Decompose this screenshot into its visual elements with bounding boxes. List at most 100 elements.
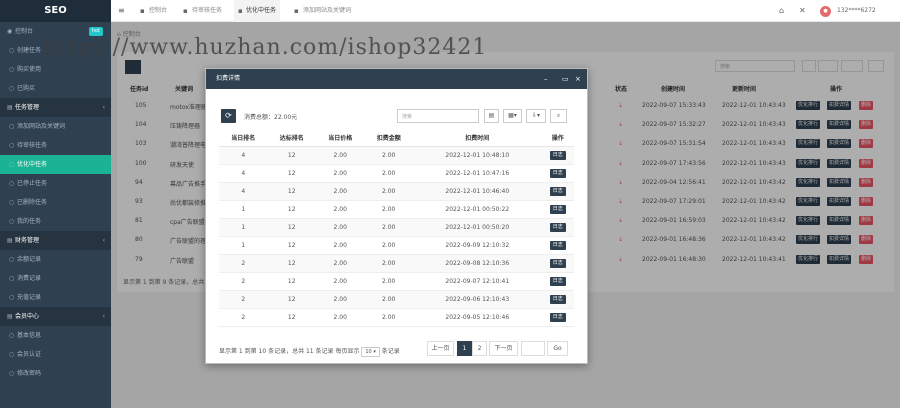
modal-header: 扣费详情 – ▭ × [206,69,587,89]
go-button[interactable]: Go [547,341,568,356]
circle-icon: ○ [9,275,15,282]
sidebar-item-18[interactable]: ○ 修改密码 [0,364,111,383]
log-button[interactable]: 日志 [549,294,566,304]
sidebar-item-14[interactable]: ○ 充值记录 [0,288,111,307]
cell-target: 12 [267,146,316,165]
avatar[interactable]: ● [820,6,831,17]
sidebar-item-5[interactable]: ○ 添加网站及关键词 [0,117,111,136]
log-button[interactable]: 日志 [549,186,566,196]
sidebar-item-label: 已删除任务 [17,199,48,206]
th-target-rank[interactable]: 达标排名 [267,129,316,147]
cell-price: 2.00 [315,254,365,273]
log-button[interactable]: 日志 [549,168,566,178]
page-size-select[interactable]: 10 ▾ [361,347,380,357]
cell-operation: 日志 [541,182,574,201]
th-price[interactable]: 当日价格 [315,129,365,147]
sidebar-item-4[interactable]: ▤ 任务管理 ‹ [0,98,111,117]
th-rank[interactable]: 当日排名 [219,129,268,147]
goto-page-input[interactable] [521,341,545,356]
columns-button[interactable]: ▦▾ [503,109,522,123]
tab-dashboard[interactable]: 控制台 [145,0,171,22]
cell-price: 2.00 [315,182,365,201]
footer-suffix: 条记录 [381,348,400,355]
app-logo: SEO [0,0,111,22]
circle-icon: ○ [9,351,15,358]
circle-icon: ○ [9,180,15,187]
cell-target: 12 [267,236,316,255]
sidebar-item-label: 添加网站及关键词 [17,123,66,130]
dashboard-icon: ◉ [7,28,13,35]
prev-page-button[interactable]: 上一页 [427,341,454,356]
sidebar-item-3[interactable]: ○ 已购买 [0,79,111,98]
modal-search-input[interactable]: 搜索 [397,109,479,123]
log-button[interactable]: 日志 [549,258,566,268]
cell-operation: 日志 [541,308,574,327]
sidebar-item-label: 任务管理 [15,104,40,111]
table-row: 1 12 2.00 2.00 2022-12-01 00:50:22 日志 [219,200,574,219]
log-button[interactable]: 日志 [549,222,566,232]
minimize-icon[interactable]: – [544,69,548,89]
circle-icon: ○ [9,332,15,339]
maximize-icon[interactable]: ▭ [562,69,569,89]
cell-rank: 2 [219,272,268,291]
toggle-view-button[interactable]: ▤ [484,109,499,123]
log-button[interactable]: 日志 [549,240,566,250]
next-page-button[interactable]: 下一页 [489,341,518,356]
log-button[interactable]: 日志 [549,276,566,286]
page-size-value: 10 [365,349,372,355]
tab-add-site[interactable]: 添加网站及关键词 [299,0,355,22]
cell-operation: 日志 [541,218,574,237]
log-button[interactable]: 日志 [549,204,566,214]
export-button[interactable]: ⇩▾ [526,109,546,123]
sidebar-item-7[interactable]: ○ 优化中任务 [0,155,111,174]
table-row: 4 12 2.00 2.00 2022-12-01 10:47:16 日志 [219,164,574,183]
sidebar-item-15[interactable]: ▤ 会员中心 ‹ [0,307,111,326]
home-icon[interactable]: ⌂ [779,0,784,22]
deduction-table-body: 4 12 2.00 2.00 2022-12-01 10:48:10 日志 4 12 2.00 2… [219,146,574,327]
page-1-button[interactable]: 1 [457,341,472,356]
sidebar-item-16[interactable]: ○ 基本信息 [0,326,111,345]
close-icon[interactable]: × [575,69,581,89]
cell-amount: 2.00 [364,236,413,255]
sidebar-item-17[interactable]: ○ 会员认证 [0,345,111,364]
sidebar-item-label: 会员中心 [15,313,40,320]
sidebar-item-11[interactable]: ▤ 财务管理 ‹ [0,231,111,250]
table-row: 2 12 2.00 2.00 2022-09-05 12:10:46 日志 [219,308,574,327]
menu-toggle-icon[interactable]: ≡ [118,0,125,22]
sidebar-item-2[interactable]: ○ 购买使用 [0,60,111,79]
sidebar-item-label: 待审核任务 [17,142,48,149]
fullscreen-icon[interactable]: ✕ [799,0,806,22]
log-button[interactable]: 日志 [549,150,566,160]
cell-time: 2022-12-01 10:47:16 [412,164,542,183]
cell-rank: 4 [219,164,268,183]
sidebar-item-10[interactable]: ○ 我的任务 [0,212,111,231]
sidebar-item-6[interactable]: ○ 待审核任务 [0,136,111,155]
user-name[interactable]: 132****6272 [837,0,876,22]
sidebar-item-label: 会员认证 [17,351,42,358]
refresh-button[interactable]: ⟳ [221,109,236,123]
cell-amount: 2.00 [364,182,413,201]
page-2-button[interactable]: 2 [472,341,487,356]
cell-amount: 2.00 [364,200,413,219]
cell-target: 12 [267,182,316,201]
th-time[interactable]: 扣费时间 [412,129,542,147]
folder-icon: ▤ [7,313,13,320]
modal-title: 扣费详情 [216,75,241,82]
sidebar-item-12[interactable]: ○ 余额记录 [0,250,111,269]
sidebar-item-13[interactable]: ○ 消费记录 [0,269,111,288]
table-row: 2 12 2.00 2.00 2022-09-06 12:10:43 日志 [219,290,574,309]
tab-pending[interactable]: 待审核任务 [188,0,226,22]
cell-rank: 4 [219,146,268,165]
cell-amount: 2.00 [364,146,413,165]
log-button[interactable]: 日志 [549,312,566,322]
th-amount[interactable]: 扣费金额 [364,129,413,147]
cell-price: 2.00 [315,164,365,183]
cell-time: 2022-09-06 12:10:43 [412,290,542,309]
sidebar-item-9[interactable]: ○ 已删除任务 [0,193,111,212]
cell-price: 2.00 [315,146,365,165]
cell-target: 12 [267,200,316,219]
circle-icon: ○ [9,256,15,263]
search-button[interactable]: ⌕ [550,109,567,123]
topbar: ≡ ▪ 控制台 ▪ 待审核任务 优化中任务 ▪ ▪ 添加网站及关键词 ⌂ ✕ ●… [111,0,900,22]
sidebar-item-8[interactable]: ○ 已停止任务 [0,174,111,193]
